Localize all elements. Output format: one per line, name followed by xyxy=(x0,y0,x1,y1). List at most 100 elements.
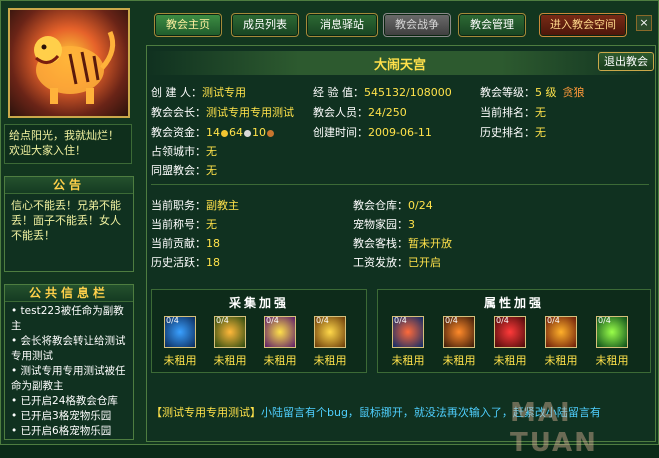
tiger-emblem-icon xyxy=(34,30,116,104)
notice-panel: 公告 信心不能丢！兄弟不能丢！面子不能丢！女人不能丢！ xyxy=(4,176,134,272)
funds-gold: 14 xyxy=(206,126,220,139)
inn-label: 教会客栈： xyxy=(353,237,408,250)
title-row: 当前称号：无 xyxy=(151,216,217,232)
title-value: 无 xyxy=(206,218,217,231)
alliance-value: 无 xyxy=(206,164,217,177)
tab-guild-manage[interactable]: 教会管理 xyxy=(458,13,526,37)
alliance-row: 同盟教会：无 xyxy=(151,162,217,178)
contrib-row: 当前贡献：18 xyxy=(151,235,220,251)
city-label: 占领城市： xyxy=(151,145,206,158)
history-rank-value: 无 xyxy=(535,126,546,139)
wage-row: 工资发放：已开启 xyxy=(353,254,441,270)
slot-count: 0/4 xyxy=(394,316,407,325)
warehouse-value: 0/24 xyxy=(408,199,433,212)
job-label: 当前职务： xyxy=(151,199,206,212)
wage-label: 工资发放： xyxy=(353,256,408,269)
blue-slash-icon: 0/4 xyxy=(164,316,196,348)
warehouse-label: 教会仓库： xyxy=(353,199,408,212)
attr-slot[interactable]: 0/4 未租用 xyxy=(388,316,428,368)
tab-message-station[interactable]: 消息驿站 xyxy=(306,13,378,37)
job-row: 当前职务：副教主 xyxy=(151,197,239,213)
members-label: 教会人员： xyxy=(313,106,368,119)
attr-slot[interactable]: 0/4 未租用 xyxy=(439,316,479,368)
city-value: 无 xyxy=(206,145,217,158)
close-button[interactable]: × xyxy=(636,15,652,31)
history-rank-label: 历史排名： xyxy=(480,126,535,139)
slot-label: 未租用 xyxy=(595,354,629,367)
city-row: 占领城市：无 xyxy=(151,143,217,159)
level-label: 教会等级： xyxy=(480,86,535,99)
tab-guild-war[interactable]: 教会战争 xyxy=(383,13,451,37)
info-item: 已开启24格教会仓库 xyxy=(11,394,127,409)
tab-guild-home[interactable]: 教会主页 xyxy=(154,13,222,37)
contrib-label: 当前贡献： xyxy=(151,237,206,250)
main-panel: 大闹天宫 退出教会 创 建 人：测试专用 经 验 值：545132/108000… xyxy=(146,45,656,442)
quit-guild-button[interactable]: 退出教会 xyxy=(598,52,654,71)
inn-row: 教会客栈：暂未开放 xyxy=(353,235,452,251)
funds-label: 教会资金： xyxy=(151,126,206,139)
enter-guild-space-button[interactable]: 进入教会空间 xyxy=(539,13,627,37)
slot-count: 0/4 xyxy=(547,316,560,325)
level-tag: 贪狼 xyxy=(562,86,585,99)
slot-count: 0/4 xyxy=(216,316,229,325)
slot-count: 0/4 xyxy=(266,316,279,325)
exp-label: 经 验 值： xyxy=(313,86,364,99)
gather-slot[interactable]: 0/4 未租用 xyxy=(260,316,300,368)
info-item: 已开启3格宠物乐园 xyxy=(11,409,127,424)
tab-member-list[interactable]: 成员列表 xyxy=(231,13,299,37)
created-row: 创建时间：2009-06-11 xyxy=(313,124,432,140)
created-value: 2009-06-11 xyxy=(368,126,432,139)
creator-value: 测试专用 xyxy=(202,86,246,99)
members-value: 24/250 xyxy=(368,106,407,119)
attr-slot[interactable]: 0/4 未租用 xyxy=(541,316,581,368)
exp-row: 经 验 值：545132/108000 xyxy=(313,84,452,100)
slot-count: 0/4 xyxy=(445,316,458,325)
level-value: 5 级 xyxy=(535,86,557,99)
guild-name: 大闹天宫 xyxy=(373,58,426,73)
wage-value: 已开启 xyxy=(408,256,441,269)
notice-text: 信心不能丢！兄弟不能丢！面子不能丢！女人不能丢！ xyxy=(11,199,121,242)
leader-row: 教会会长：测试专用专用测试 xyxy=(151,104,294,120)
slot-label: 未租用 xyxy=(213,354,247,367)
slot-label: 未租用 xyxy=(313,354,347,367)
guild-emblem xyxy=(8,8,130,118)
funds-copper: 10 xyxy=(252,126,266,139)
pet-home-label: 宠物家园： xyxy=(353,218,408,231)
green-leaf-icon: 0/4 xyxy=(214,316,246,348)
chat-sender[interactable]: 【测试专用专用测试】 xyxy=(151,406,261,419)
divider xyxy=(151,184,649,185)
guild-motto: 给点阳光，我就灿烂！欢迎大家入住！ xyxy=(4,124,132,164)
job-value: 副教主 xyxy=(206,199,239,212)
leader-value: 测试专用专用测试 xyxy=(206,106,294,119)
exp-value: 545132/108000 xyxy=(364,86,452,99)
warehouse-row: 教会仓库：0/24 xyxy=(353,197,433,213)
attr-slot[interactable]: 0/4 未租用 xyxy=(592,316,632,368)
pet-home-row: 宠物家园：3 xyxy=(353,216,415,232)
orange-flame-icon: 0/4 xyxy=(545,316,577,348)
attr-slot[interactable]: 0/4 未租用 xyxy=(490,316,530,368)
creator-row: 创 建 人：测试专用 xyxy=(151,84,246,100)
gather-title: 采集加强 xyxy=(228,296,289,310)
gold-coin-icon xyxy=(221,129,228,137)
level-row: 教会等级：5 级贪狼 xyxy=(480,84,585,100)
contrib-value: 18 xyxy=(206,237,220,250)
gather-boost-panel: 采集加强 0/4 未租用 0/4 未租用 0/4 未租用 0/4 未租用 xyxy=(151,289,367,373)
gather-slot[interactable]: 0/4 未租用 xyxy=(210,316,250,368)
info-item: 测试专用专用测试被任命为副教主 xyxy=(11,364,127,394)
leader-label: 教会会长： xyxy=(151,106,206,119)
red-helmet-icon: 0/4 xyxy=(494,316,526,348)
slot-label: 未租用 xyxy=(391,354,425,367)
fire-warrior-icon: 0/4 xyxy=(443,316,475,348)
slot-count: 0/4 xyxy=(598,316,611,325)
blue-orb-icon: 0/4 xyxy=(392,316,424,348)
slot-label: 未租用 xyxy=(163,354,197,367)
rank-row: 当前排名：无 xyxy=(480,104,546,120)
gather-slot[interactable]: 0/4 未租用 xyxy=(310,316,350,368)
pet-home-value: 3 xyxy=(408,218,415,231)
creator-label: 创 建 人： xyxy=(151,86,202,99)
slot-label: 未租用 xyxy=(493,354,527,367)
slot-label: 未租用 xyxy=(263,354,297,367)
gather-slot[interactable]: 0/4 未租用 xyxy=(160,316,200,368)
golden-swirl-icon: 0/4 xyxy=(314,316,346,348)
slot-label: 未租用 xyxy=(442,354,476,367)
